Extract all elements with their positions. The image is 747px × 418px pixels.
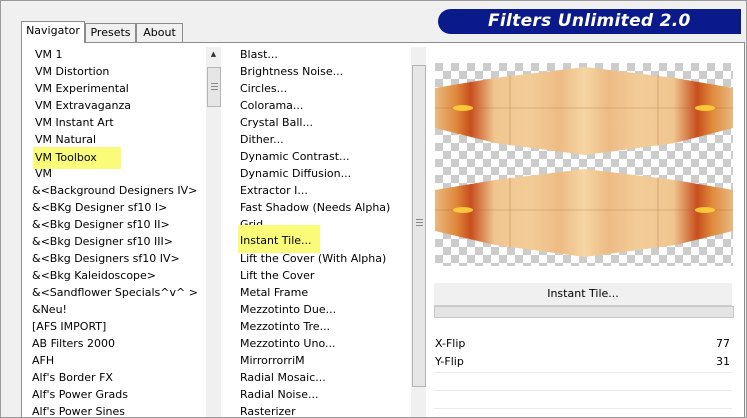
scrollbar-thumb[interactable] [412, 65, 426, 387]
scroll-up-arrow-icon[interactable]: ▲ [206, 47, 221, 62]
category-item[interactable]: AFH [32, 353, 54, 369]
filter-item[interactable]: Metal Frame [240, 285, 308, 301]
category-item[interactable]: &<Bkg Designer sf10 III> [32, 234, 173, 250]
filter-item[interactable]: Lift the Cover (With Alpha) [240, 251, 386, 267]
filter-item[interactable]: Rasterizer [240, 404, 296, 417]
category-item[interactable]: VM Instant Art [35, 115, 114, 131]
tab-about[interactable]: About [136, 23, 183, 42]
category-item[interactable]: AB Filters 2000 [32, 336, 115, 352]
navigator-panel: VM 1 VM Distortion VM Experimental VM Ex… [21, 42, 745, 417]
selected-filter-button[interactable]: Instant Tile... [434, 283, 732, 306]
filter-preview [435, 63, 733, 266]
filter-item[interactable]: Lift the Cover [240, 268, 314, 284]
category-item[interactable]: &<Bkg Kaleidoscope> [32, 268, 156, 284]
category-item[interactable]: &<Bkg Designer sf10 II> [32, 217, 170, 233]
param-slot-empty [434, 372, 732, 377]
filter-item-selected[interactable]: Instant Tile... [238, 225, 320, 253]
param-x-flip[interactable]: X-Flip 77 [434, 336, 732, 352]
filter-item[interactable]: MirrorrorriM [240, 353, 305, 369]
category-item[interactable]: &<Bkg Designers sf10 IV> [32, 251, 180, 267]
category-item[interactable]: VM Experimental [35, 81, 129, 97]
filter-item[interactable]: Circles... [240, 81, 287, 97]
category-item[interactable]: [AFS IMPORT] [32, 319, 106, 335]
filter-item[interactable]: Mezzotinto Tre... [240, 319, 330, 335]
filter-item[interactable]: Mezzotinto Uno... [240, 336, 335, 352]
category-item[interactable]: Alf's Border FX [32, 370, 113, 386]
category-list[interactable]: VM 1 VM Distortion VM Experimental VM Ex… [30, 43, 206, 417]
filter-item[interactable]: Colorama... [240, 98, 303, 114]
filters-unlimited-window: Filters Unlimited 2.0 Navigator Presets … [0, 0, 747, 418]
category-scrollbar[interactable]: ▲ [206, 47, 221, 417]
filter-item[interactable]: Dither... [240, 132, 284, 148]
category-item[interactable]: &<Sandflower Specials^v^ > [32, 285, 198, 301]
category-item[interactable]: Alf's Power Sines [32, 404, 125, 417]
param-value: 31 [716, 355, 730, 368]
scrollbar-thumb[interactable] [207, 67, 221, 107]
param-slot-empty [434, 408, 732, 413]
category-item[interactable]: &<BKg Designer sf10 I> [32, 200, 167, 216]
filter-item[interactable]: Radial Noise... [240, 387, 318, 403]
param-y-flip[interactable]: Y-Flip 31 [434, 354, 732, 370]
param-value: 77 [716, 337, 730, 350]
category-item[interactable]: &<Background Designers IV> [32, 183, 197, 199]
category-item[interactable]: VM Distortion [35, 64, 109, 80]
filter-item[interactable]: Mezzotinto Due... [240, 302, 336, 318]
filter-item[interactable]: Dynamic Contrast... [240, 149, 350, 165]
category-item[interactable]: Alf's Power Grads [32, 387, 128, 403]
category-item[interactable]: &Neu! [32, 302, 67, 318]
preview-image [435, 63, 733, 266]
progress-bar [434, 306, 734, 318]
param-slot-empty [434, 390, 732, 395]
tab-navigator[interactable]: Navigator [21, 21, 85, 43]
tab-presets[interactable]: Presets [85, 23, 136, 42]
filter-item[interactable]: Brightness Noise... [240, 64, 343, 80]
filter-list[interactable]: Blast... Brightness Noise... Circles... … [236, 43, 410, 417]
filter-item[interactable]: Dynamic Diffusion... [240, 166, 351, 182]
filter-item[interactable]: Crystal Ball... [240, 115, 313, 131]
param-label: Y-Flip [435, 355, 464, 368]
category-item[interactable]: VM Natural [35, 132, 96, 148]
param-label: X-Flip [435, 337, 466, 350]
filter-scrollbar[interactable] [411, 47, 426, 417]
category-item[interactable]: VM [35, 166, 52, 182]
category-item[interactable]: VM Extravaganza [35, 98, 131, 114]
category-item[interactable]: VM 1 [35, 47, 63, 63]
filter-item[interactable]: Extractor I... [240, 183, 308, 199]
filter-item[interactable]: Radial Mosaic... [240, 370, 326, 386]
filter-item[interactable]: Blast... [240, 47, 278, 63]
app-title: Filters Unlimited 2.0 [488, 11, 691, 31]
filter-item[interactable]: Fast Shadow (Needs Alpha) [240, 200, 390, 216]
app-title-banner: Filters Unlimited 2.0 [438, 9, 741, 34]
